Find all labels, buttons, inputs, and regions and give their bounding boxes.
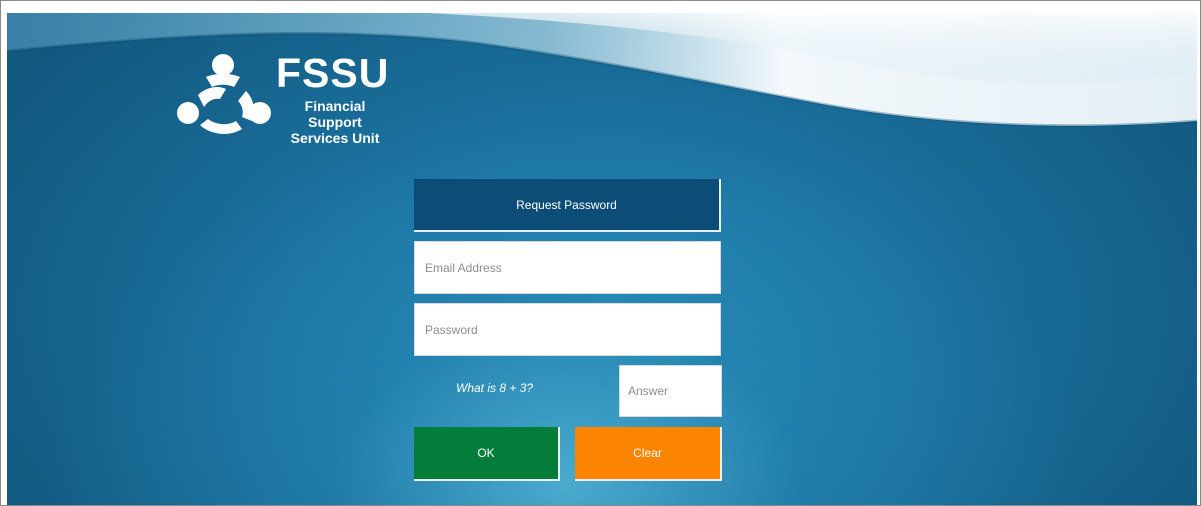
logo-title: FSSU [276,50,390,96]
password-field[interactable] [414,303,721,356]
clear-button[interactable]: Clear [575,427,722,481]
captcha-question: What is 8 + 3? [456,381,534,395]
page-frame: FSSU Financial Support Services Unit Req… [0,0,1201,506]
logo-people-icon [177,54,271,134]
fssu-logo: FSSU Financial Support Services Unit [176,50,416,146]
logo-subtitle: Financial Support Services Unit [276,98,394,146]
email-field[interactable] [414,241,721,294]
captcha-answer-input[interactable] [619,365,722,417]
logo-subtitle-line1: Financial Support [304,98,366,130]
ok-button[interactable]: OK [414,427,560,481]
request-password-button[interactable]: Request Password [414,179,721,232]
logo-subtitle-line2: Services Unit [290,130,380,146]
